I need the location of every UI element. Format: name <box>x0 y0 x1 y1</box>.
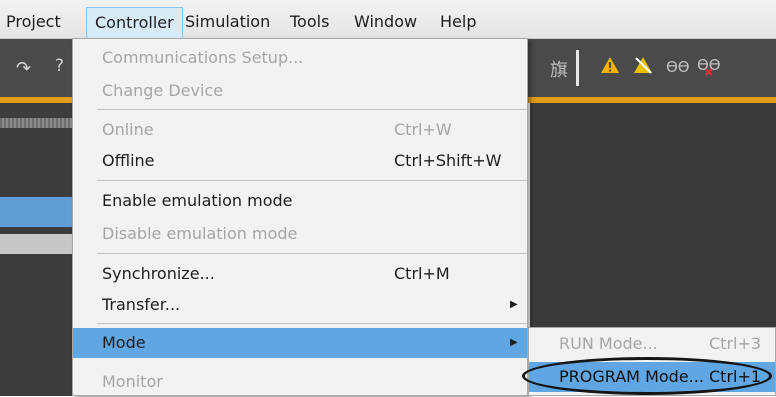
menu-bar: Project Controller Simulation Tools Wind… <box>0 0 776 39</box>
menu-item-label: PROGRAM Mode... <box>559 367 704 386</box>
menu-separator <box>97 180 527 181</box>
help-icon[interactable]: ? <box>55 56 64 76</box>
menu-item-label: Mode <box>102 333 146 352</box>
menu-item-disable-emulation[interactable]: Disable emulation mode <box>73 219 527 249</box>
menu-item-label: Disable emulation mode <box>102 224 298 243</box>
menu-help[interactable]: Help <box>440 8 476 36</box>
menu-item-shortcut: Ctrl+M <box>394 264 450 283</box>
menu-item-shortcut: Ctrl+1 <box>709 367 762 386</box>
menu-item-mode[interactable]: Mode ▶ <box>73 328 527 358</box>
submenu-item-run-mode[interactable]: RUN Mode... Ctrl+3 <box>529 329 775 359</box>
menu-item-shortcut: Ctrl+3 <box>709 334 762 353</box>
menu-item-transfer[interactable]: Transfer... ▶ <box>73 290 527 320</box>
panel-header-strip <box>0 118 72 128</box>
menu-item-shortcut: Ctrl+W <box>394 120 452 139</box>
panel-row[interactable] <box>0 234 72 254</box>
menu-separator <box>97 109 527 110</box>
warning-disabled-icon[interactable] <box>633 55 653 75</box>
menu-item-change-device[interactable]: Change Device <box>73 76 527 106</box>
menu-item-label: Change Device <box>102 81 224 100</box>
menu-item-label: Transfer... <box>102 295 181 314</box>
menu-item-label: RUN Mode... <box>559 334 658 353</box>
menu-item-label: Online <box>102 120 154 139</box>
menu-controller[interactable]: Controller <box>86 7 183 39</box>
menu-item-label: Monitor <box>102 372 163 391</box>
menu-item-label: Enable emulation mode <box>102 191 293 210</box>
submenu-arrow-icon: ▶ <box>510 337 518 348</box>
menu-project[interactable]: Project <box>6 8 61 36</box>
menu-item-synchronize[interactable]: Synchronize... Ctrl+M <box>73 259 527 289</box>
warning-icon[interactable] <box>600 55 620 75</box>
submenu-arrow-icon: ▶ <box>510 299 518 310</box>
menu-item-enable-emulation[interactable]: Enable emulation mode <box>73 186 527 216</box>
redo-icon[interactable]: ↷ <box>16 58 31 79</box>
submenu-item-program-mode[interactable]: PROGRAM Mode... Ctrl+1 <box>529 362 775 392</box>
toolbar-separator <box>576 50 579 86</box>
selected-panel-row[interactable] <box>0 197 72 227</box>
menu-tools[interactable]: Tools <box>290 8 329 36</box>
error-mark-icon: ✖ <box>704 66 714 79</box>
menu-item-shortcut: Ctrl+Shift+W <box>394 151 502 170</box>
menu-separator <box>97 323 527 324</box>
menu-item-label: Communications Setup... <box>102 48 304 67</box>
menu-item-online[interactable]: Online Ctrl+W <box>73 115 527 145</box>
flag-icon[interactable]: 旗 <box>550 56 568 82</box>
mode-submenu: RUN Mode... Ctrl+3 PROGRAM Mode... Ctrl+… <box>528 327 776 396</box>
glasses-icon[interactable]: ϴϴ <box>666 58 690 76</box>
menu-item-label: Synchronize... <box>102 264 215 283</box>
menu-simulation[interactable]: Simulation <box>185 8 270 36</box>
menu-item-offline[interactable]: Offline Ctrl+Shift+W <box>73 146 527 176</box>
controller-menu: Communications Setup... Change Device On… <box>72 38 528 396</box>
menu-item-communications-setup[interactable]: Communications Setup... <box>73 43 527 73</box>
menu-window[interactable]: Window <box>354 8 417 36</box>
menu-item-label: Offline <box>102 151 155 170</box>
menu-item-monitor[interactable]: Monitor <box>73 367 527 397</box>
menu-separator <box>97 253 527 254</box>
